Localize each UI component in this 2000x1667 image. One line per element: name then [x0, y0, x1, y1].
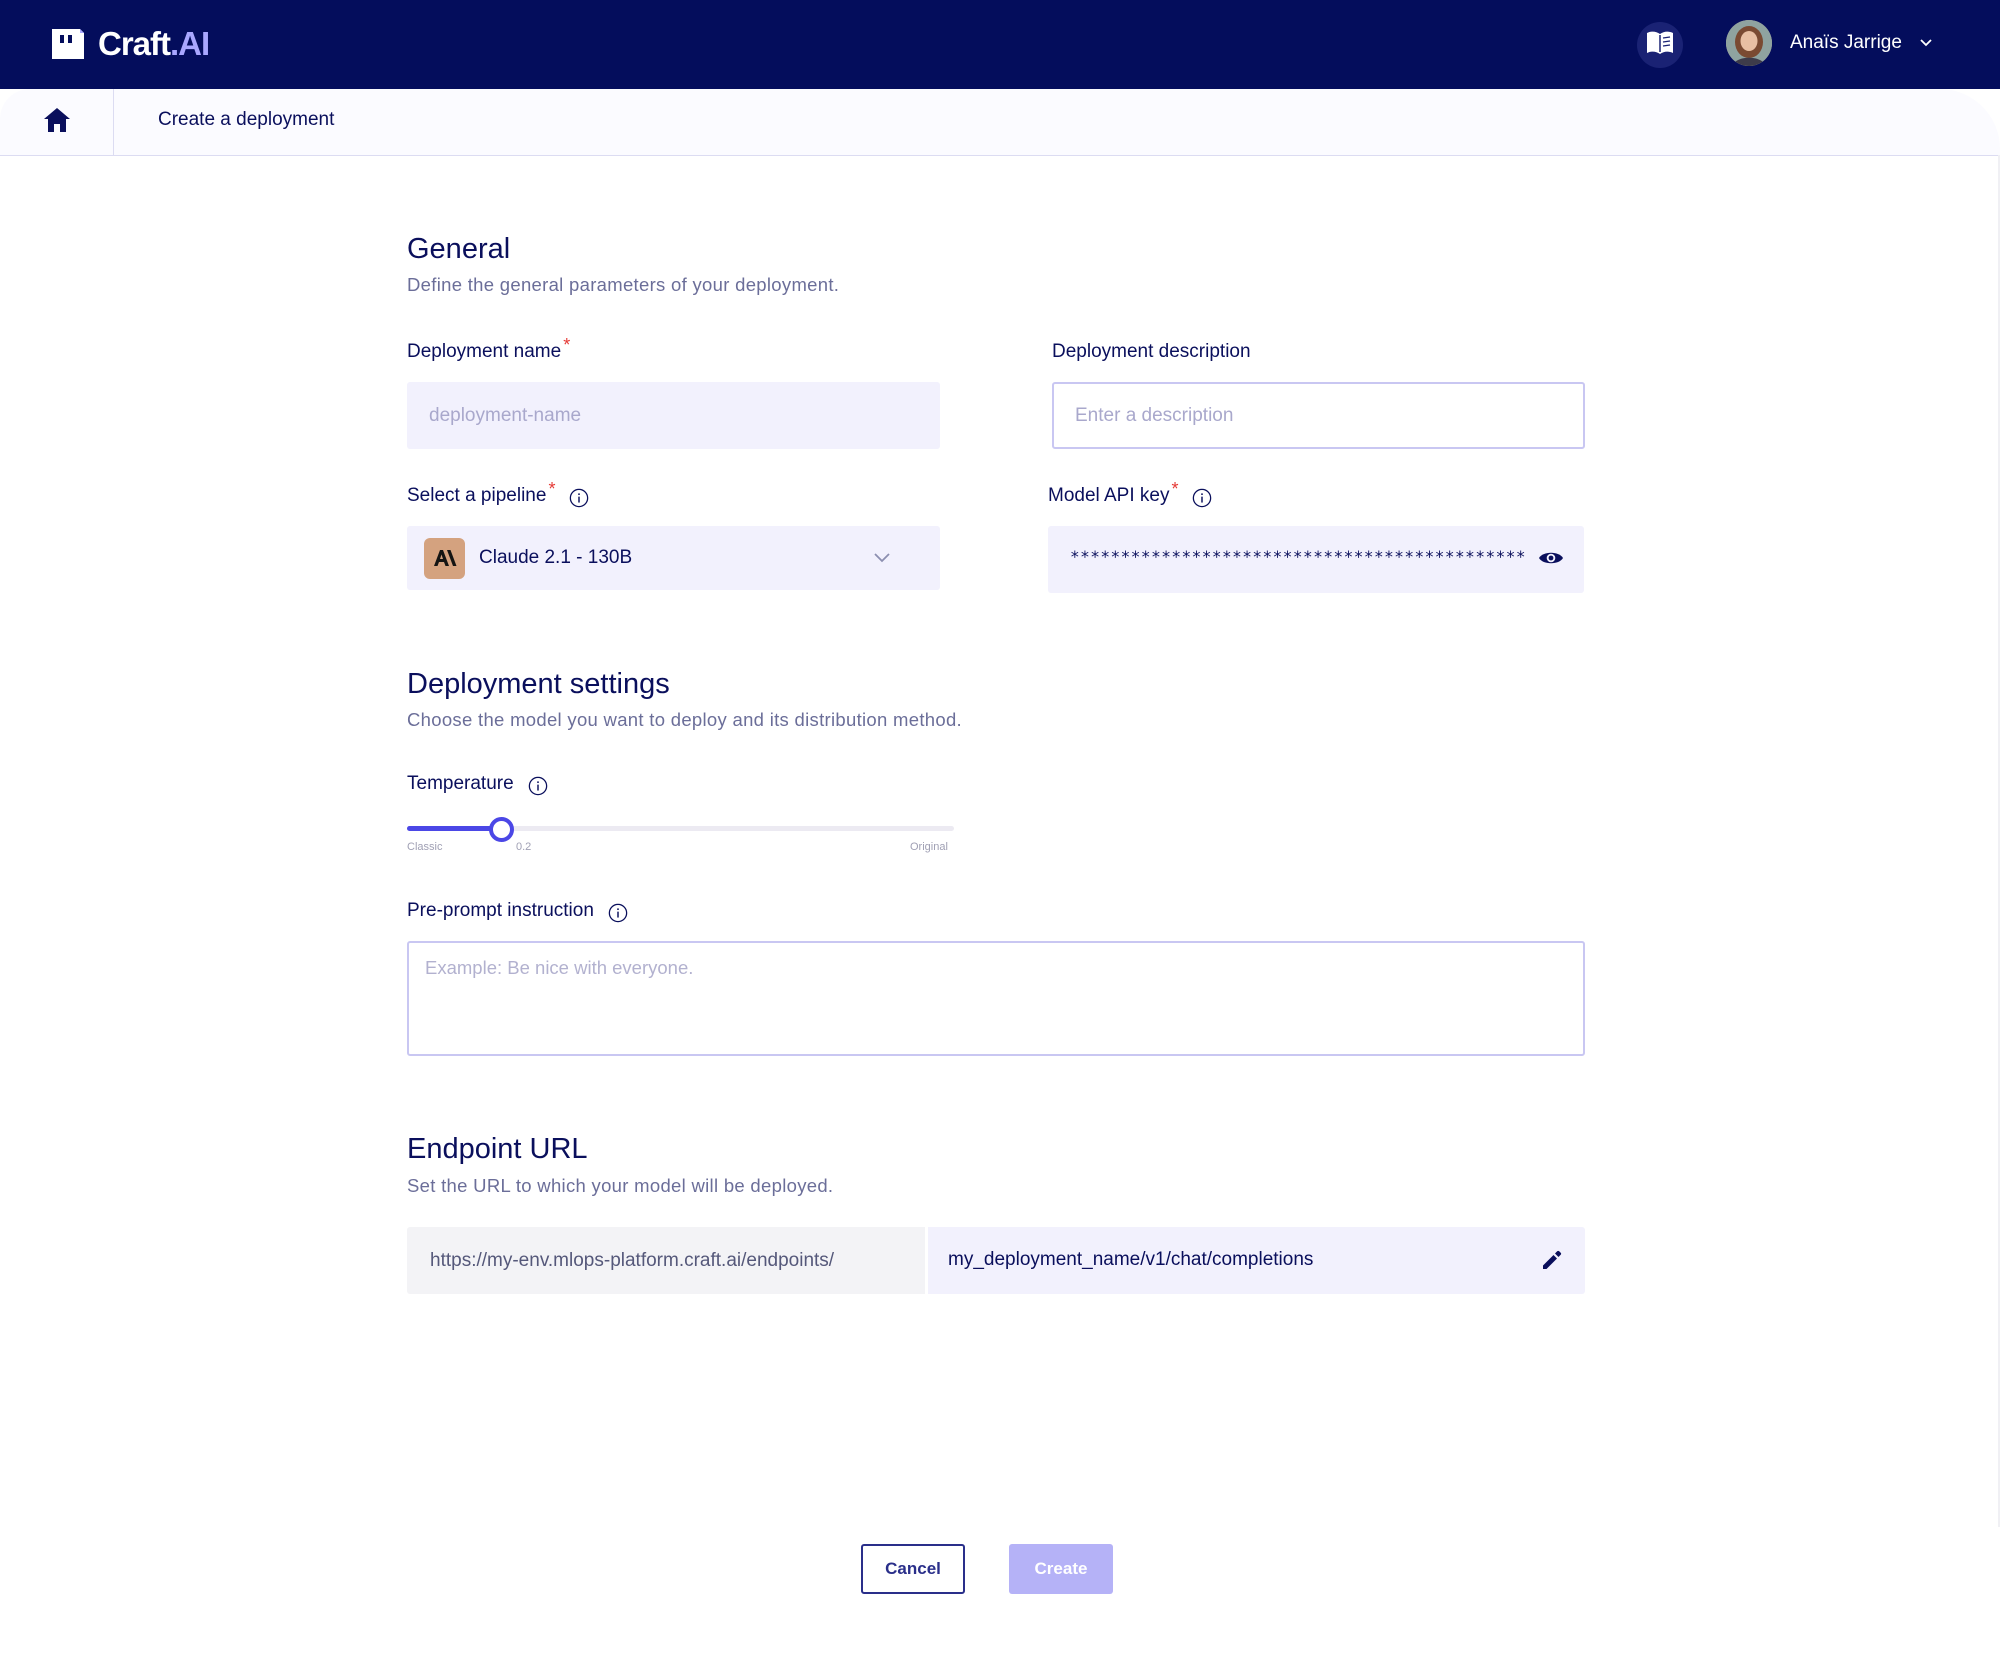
top-bar: Craft.AI Anaïs Jarrige	[0, 0, 2000, 89]
preprompt-textarea[interactable]	[407, 941, 1585, 1056]
home-button[interactable]	[0, 89, 114, 155]
pipeline-label-text: Select a pipeline	[407, 485, 547, 506]
endpoint-section-subtitle: Set the URL to which your model will be …	[407, 1175, 834, 1196]
pencil-icon[interactable]	[1541, 1249, 1563, 1276]
settings-section-title: Deployment settings	[407, 668, 670, 700]
breadcrumb-current: Create a deployment	[158, 109, 335, 130]
logo-mark-icon	[50, 26, 86, 62]
required-mark: *	[1171, 479, 1179, 499]
temperature-slider[interactable]	[407, 816, 954, 842]
preprompt-label-text: Pre-prompt instruction	[407, 900, 594, 921]
pipeline-select[interactable]: Claude 2.1 - 130B	[407, 526, 940, 590]
slider-max-label: Original	[910, 841, 948, 853]
general-section-title: General	[407, 233, 511, 265]
general-section-subtitle: Define the general parameters of your de…	[407, 274, 840, 295]
documentation-button[interactable]	[1637, 22, 1683, 68]
deployment-name-input[interactable]	[407, 382, 940, 449]
slider-min-label: Classic	[407, 841, 443, 853]
slider-fill	[407, 826, 501, 831]
preprompt-label: Pre-prompt instruction	[407, 900, 628, 923]
home-icon	[43, 107, 71, 138]
settings-section-subtitle: Choose the model you want to deploy and …	[407, 709, 962, 730]
chevron-down-icon	[1920, 34, 1932, 52]
deployment-description-label-text: Deployment description	[1052, 341, 1251, 362]
cancel-button[interactable]: Cancel	[861, 1544, 965, 1594]
endpoint-url-path-field[interactable]: my_deployment_name/v1/chat/completions	[928, 1227, 1585, 1294]
info-icon[interactable]	[1192, 487, 1212, 508]
temperature-label: Temperature	[407, 773, 548, 796]
breadcrumb: Create a deployment	[0, 89, 2000, 156]
user-name: Anaïs Jarrige	[1790, 32, 1902, 53]
info-icon[interactable]	[608, 902, 628, 923]
avatar	[1726, 20, 1772, 66]
api-key-label-text: Model API key	[1048, 485, 1170, 506]
pipeline-label: Select a pipeline *	[407, 479, 589, 508]
endpoint-url-path: my_deployment_name/v1/chat/completions	[948, 1249, 1314, 1270]
deployment-name-label-text: Deployment name	[407, 341, 562, 362]
required-mark: *	[548, 479, 556, 499]
anthropic-logo-icon	[424, 537, 465, 579]
endpoint-section-title: Endpoint URL	[407, 1133, 588, 1165]
logo-text: Craft.AI	[98, 24, 210, 64]
endpoint-url-prefix: https://my-env.mlops-platform.craft.ai/e…	[407, 1227, 925, 1294]
temperature-label-text: Temperature	[407, 773, 514, 794]
craft-ai-logo[interactable]: Craft.AI	[50, 24, 210, 64]
chevron-down-icon	[874, 550, 890, 568]
pipeline-selected-value: Claude 2.1 - 130B	[479, 547, 633, 568]
logo-text-craft: Craft	[98, 25, 171, 62]
eye-icon[interactable]	[1538, 548, 1564, 573]
deployment-description-input[interactable]	[1052, 382, 1585, 449]
book-icon	[1645, 30, 1675, 61]
api-key-field[interactable]: ****************************************…	[1048, 526, 1584, 593]
user-menu[interactable]: Anaïs Jarrige	[1726, 20, 1932, 66]
create-button[interactable]: Create	[1009, 1544, 1113, 1594]
slider-thumb[interactable]	[489, 817, 514, 842]
deployment-name-label: Deployment name *	[407, 335, 570, 363]
api-key-label: Model API key *	[1048, 479, 1212, 508]
info-icon[interactable]	[569, 487, 589, 508]
deployment-description-label: Deployment description	[1052, 341, 1251, 363]
slider-value-label: 0.2	[516, 841, 532, 853]
logo-text-ai: .AI	[170, 25, 210, 62]
required-mark: *	[563, 335, 571, 355]
api-key-value: ****************************************…	[1070, 547, 1526, 566]
info-icon[interactable]	[528, 775, 548, 796]
